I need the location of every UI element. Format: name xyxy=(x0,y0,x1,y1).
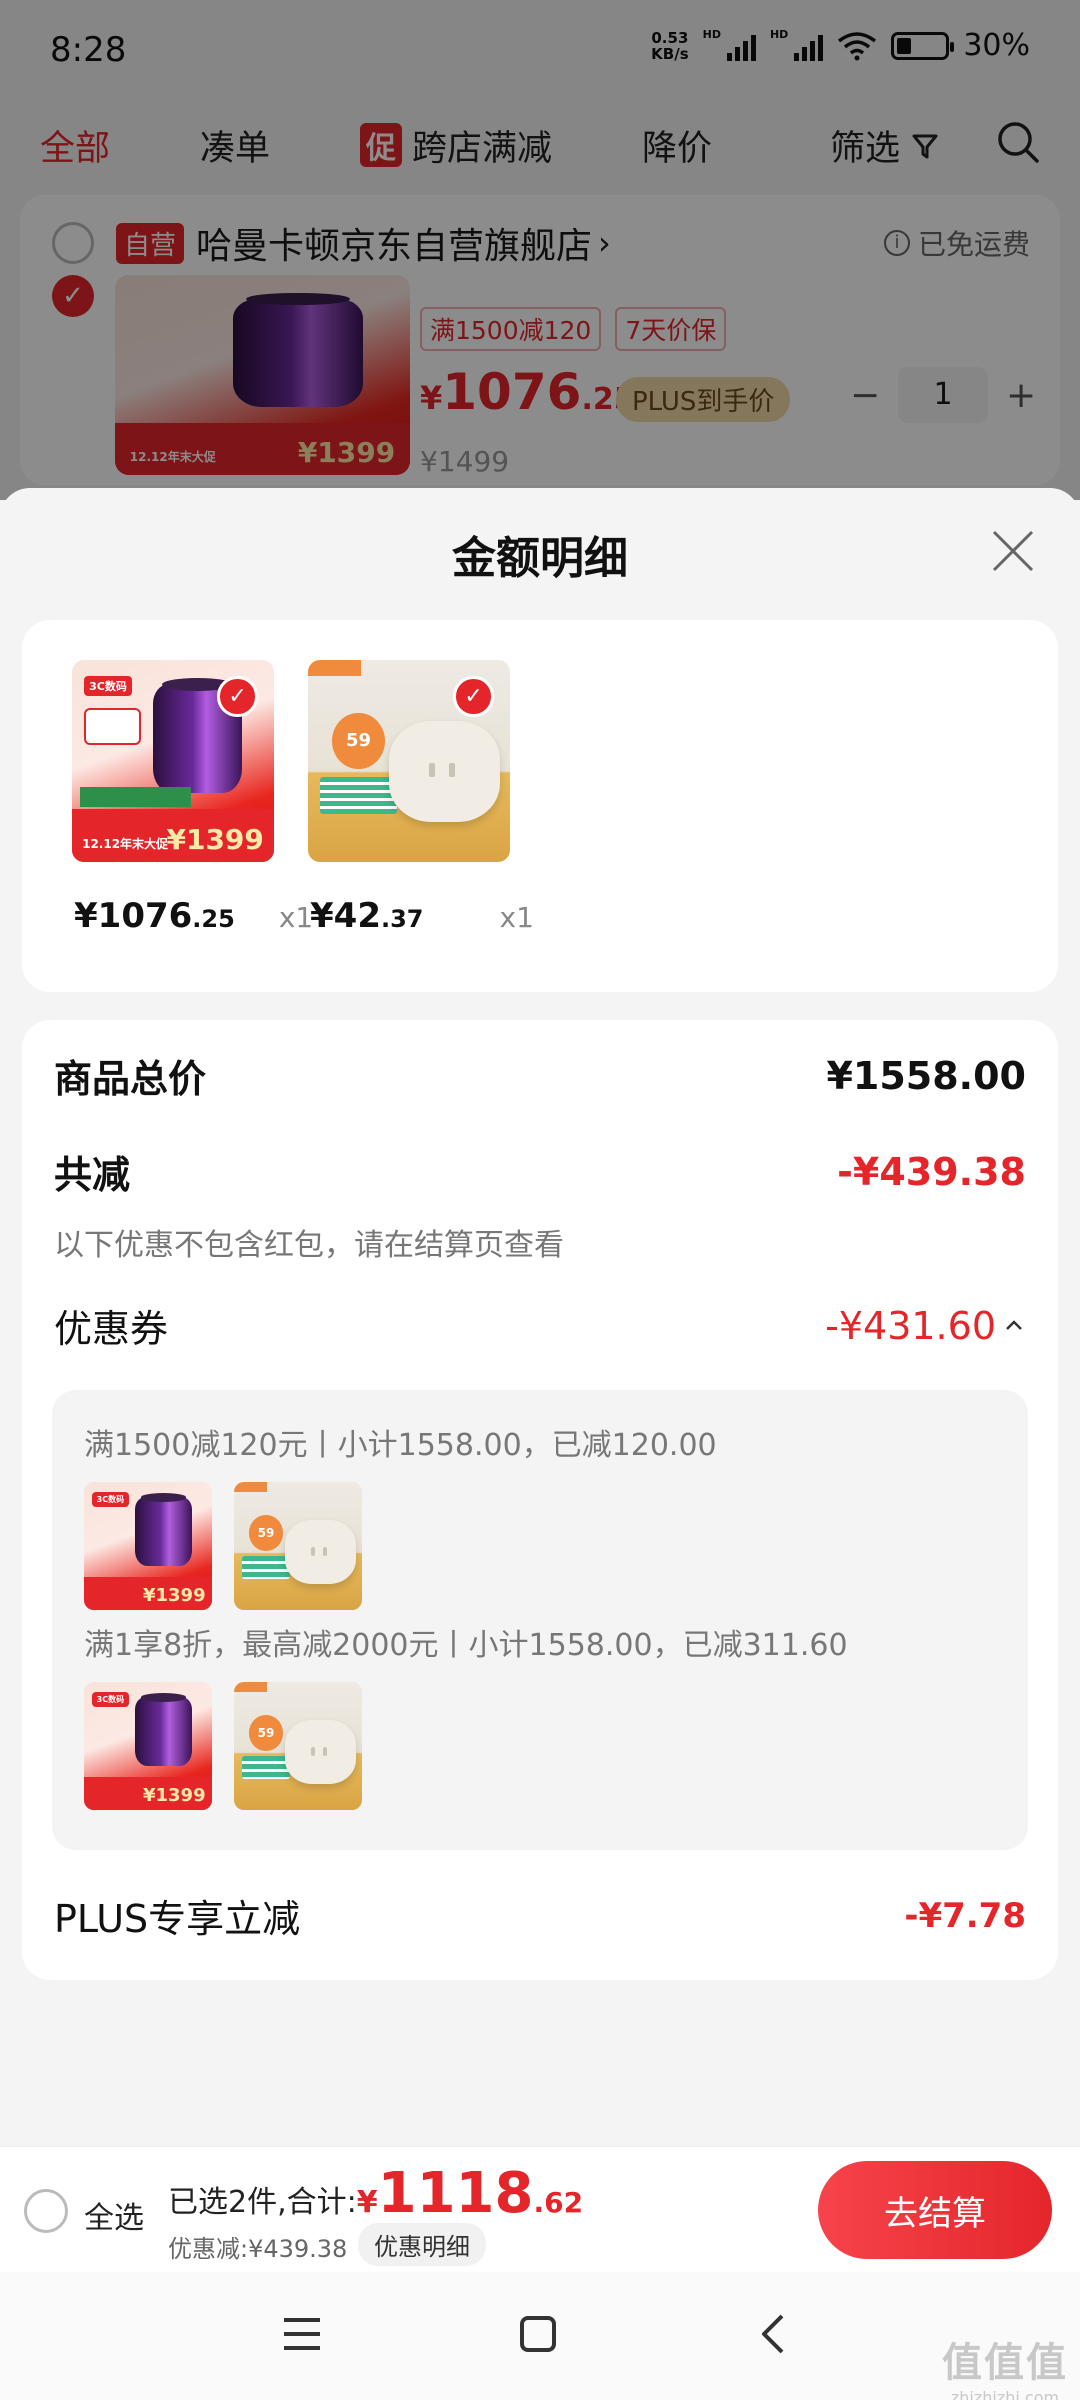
item-price: ¥1076 xyxy=(74,896,193,936)
coupon-line: 满1500减120元丨小计1558.00，已减120.00 xyxy=(84,1428,717,1463)
discount-detail-button[interactable]: 优惠明细 xyxy=(358,2223,486,2266)
select-all-label[interactable]: 全选 xyxy=(84,2193,144,2237)
watermark: 值值值 zhizhizhi.com xyxy=(942,2340,1068,2400)
price-breakdown-card: 商品总价 ¥1558.00 共减 -¥439.38 以下优惠不包含红包，请在结算… xyxy=(22,1020,1058,1980)
selected-items-card: 3C数码 12.12年末大促 ¥1399 ✓ ¥1076.25 x1 59 ✓ … xyxy=(22,620,1058,992)
discount-amount: 优惠减:¥439.38 xyxy=(168,2235,348,2263)
close-icon[interactable] xyxy=(990,528,1036,574)
menu-icon[interactable] xyxy=(280,2312,324,2356)
total-value: ¥1558.00 xyxy=(826,1053,1026,1098)
product-thumbnail: 3C数码 ¥1399 xyxy=(84,1482,212,1610)
discount-note: 以下优惠不包含红包，请在结算页查看 xyxy=(54,1228,564,1263)
item-quantity: x1 xyxy=(499,901,534,934)
reduce-value: -¥439.38 xyxy=(837,1149,1026,1194)
select-all-radio[interactable] xyxy=(24,2189,68,2233)
home-icon[interactable] xyxy=(516,2312,560,2356)
checkout-button[interactable]: 去结算 xyxy=(818,2161,1052,2259)
total-label: 商品总价 xyxy=(54,1057,207,1101)
modal-backdrop[interactable] xyxy=(0,0,1080,500)
plus-discount-label: PLUS专享立减 xyxy=(54,1897,301,1941)
check-icon: ✓ xyxy=(217,676,258,717)
coupon-products: 3C数码 ¥1399 59 xyxy=(84,1482,362,1610)
item-price: ¥42 xyxy=(310,896,381,936)
system-navigation-bar: 值值值 zhizhizhi.com xyxy=(0,2272,1080,2400)
product-thumbnail: 59 xyxy=(234,1682,362,1810)
chevron-up-icon xyxy=(1006,1319,1022,1330)
product-image: 59 ✓ xyxy=(308,660,510,862)
total-row: 商品总价 ¥1558.00 xyxy=(54,1048,1026,1103)
coupon-value: -¥431.60 xyxy=(825,1303,996,1348)
coupon-line: 满1享8折，最高减2000元丨小计1558.00，已减311.60 xyxy=(84,1628,848,1663)
checkout-bar: 全选 已选2件,合计: ¥ 1118 .62 优惠减:¥439.38 优惠明细 … xyxy=(0,2146,1080,2272)
check-icon: ✓ xyxy=(453,676,494,717)
coupon-row[interactable]: 优惠券 -¥431.60 xyxy=(54,1298,1026,1353)
plus-discount-row: PLUS专享立减 -¥7.78 xyxy=(54,1888,1026,1943)
back-icon[interactable] xyxy=(752,2312,796,2356)
reduce-label: 共减 xyxy=(54,1153,131,1197)
selected-total: 已选2件,合计: ¥ 1118 .62 xyxy=(168,2161,584,2226)
amount-detail-sheet: 金额明细 3C数码 12.12年末大促 ¥1399 ✓ ¥1076.25 x1 … xyxy=(0,488,1080,2148)
product-thumbnail: 59 xyxy=(234,1482,362,1610)
coupon-detail-box: 满1500减120元丨小计1558.00，已减120.00 3C数码 ¥1399… xyxy=(52,1390,1028,1850)
selected-item[interactable]: 59 ✓ ¥42.37 x1 xyxy=(258,660,534,936)
reduce-row: 共减 -¥439.38 xyxy=(54,1144,1026,1199)
sheet-title: 金额明细 xyxy=(452,533,628,584)
plus-discount-value: -¥7.78 xyxy=(904,1895,1026,1936)
coupon-label: 优惠券 xyxy=(54,1307,169,1351)
product-image: 3C数码 12.12年末大促 ¥1399 ✓ xyxy=(72,660,274,862)
selected-item[interactable]: 3C数码 12.12年末大促 ¥1399 ✓ ¥1076.25 x1 xyxy=(22,660,313,936)
coupon-products: 3C数码 ¥1399 59 xyxy=(84,1682,362,1810)
product-thumbnail: 3C数码 ¥1399 xyxy=(84,1682,212,1810)
